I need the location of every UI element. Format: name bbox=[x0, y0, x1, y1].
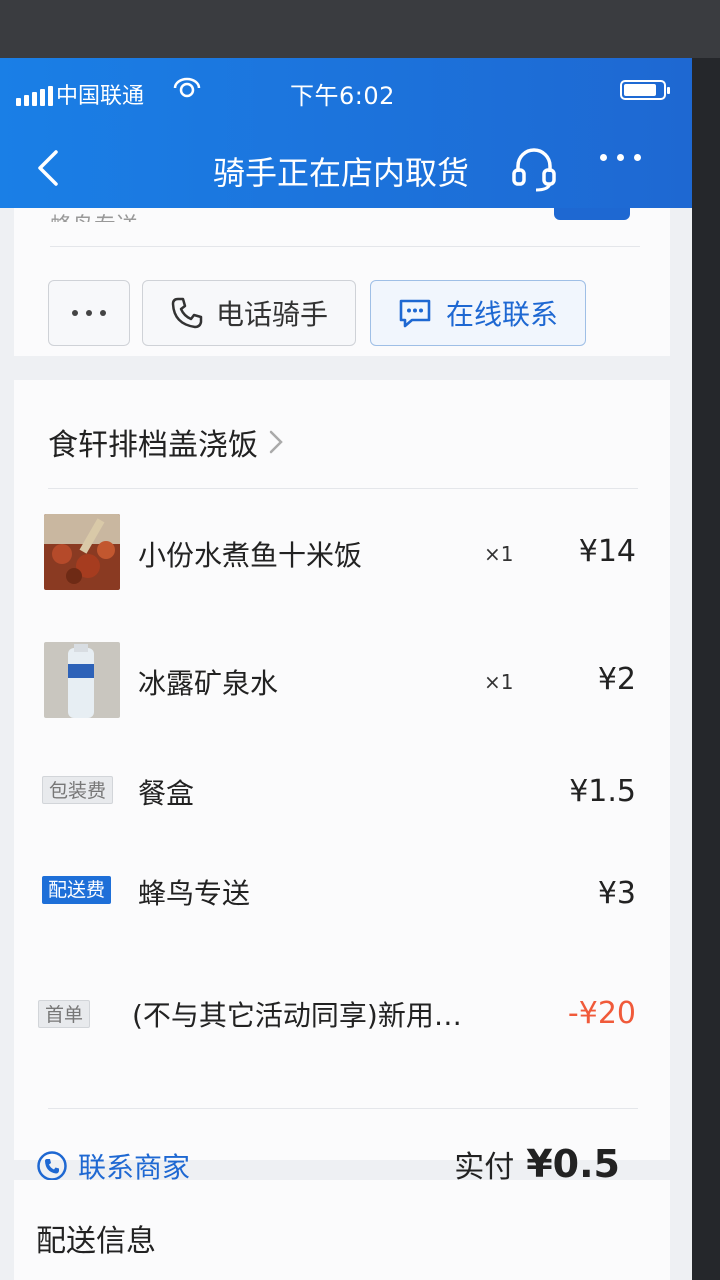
chat-bubble-icon bbox=[399, 299, 431, 328]
discount-badge: 首单 bbox=[38, 1000, 91, 1028]
fee-price: ¥3 bbox=[597, 876, 636, 911]
clock: 下午6:02 bbox=[290, 82, 395, 110]
status-bar: 中国联通 下午6:02 bbox=[0, 58, 692, 128]
item-price: ¥2 bbox=[597, 662, 636, 697]
fee-badge: 包装费 bbox=[42, 776, 114, 804]
item-name: 小份水煮鱼十米饭 bbox=[138, 539, 363, 572]
more-dots-icon bbox=[72, 310, 106, 316]
fee-name: 蜂鸟专送 bbox=[138, 877, 251, 910]
signal-icon bbox=[16, 86, 53, 106]
carrier-name: 中国联通 bbox=[56, 84, 145, 109]
rider-tag bbox=[554, 208, 630, 220]
divider bbox=[48, 1108, 638, 1109]
item-qty: ×1 bbox=[484, 542, 514, 566]
rider-more-button[interactable] bbox=[48, 280, 130, 346]
item-thumbnail-water bbox=[44, 642, 120, 718]
headset-icon[interactable] bbox=[508, 142, 560, 194]
rider-card: 蜂鸟专送 电话骑手 在线联系 bbox=[14, 208, 670, 356]
fee-badge: 配送费 bbox=[42, 876, 112, 904]
divider bbox=[48, 488, 638, 489]
nav-bar: 骑手正在店内取货 bbox=[0, 128, 692, 208]
discount-price: -¥20 bbox=[567, 996, 636, 1031]
item-name: 冰露矿泉水 bbox=[138, 667, 279, 700]
fee-price: ¥1.5 bbox=[569, 774, 636, 809]
fee-name: 餐盒 bbox=[138, 777, 195, 810]
page-title-wrap: 骑手正在店内取货 bbox=[0, 148, 692, 194]
app-screen: 中国联通 下午6:02 骑手正在店内取货 蜂鸟专送 bbox=[0, 58, 692, 1280]
rider-service-peek: 蜂鸟专送 bbox=[50, 208, 138, 222]
delivery-info-card: 配送信息 bbox=[14, 1180, 670, 1280]
phone-circle-icon bbox=[37, 1151, 67, 1181]
online-contact-label: 在线联系 bbox=[445, 298, 558, 331]
phone-icon bbox=[171, 297, 203, 329]
item-thumbnail-fish bbox=[44, 514, 120, 590]
call-rider-button[interactable]: 电话骑手 bbox=[142, 280, 356, 346]
call-rider-label: 电话骑手 bbox=[215, 298, 328, 331]
order-card: 食轩排档盖浇饭 小份水煮鱼十米饭 ×1 ¥14 冰露矿泉水 ×1 ¥2 包装费 … bbox=[14, 380, 670, 1186]
delivery-info-title: 配送信息 bbox=[36, 1224, 156, 1259]
item-price: ¥14 bbox=[578, 534, 636, 569]
divider bbox=[50, 246, 640, 247]
discount-name: (不与其它活动同享)新用… bbox=[132, 999, 462, 1032]
device-side-bezel bbox=[692, 58, 720, 1280]
more-dots-icon[interactable] bbox=[600, 154, 641, 161]
chevron-right-icon bbox=[269, 430, 283, 454]
online-contact-button[interactable]: 在线联系 bbox=[370, 280, 586, 346]
item-qty: ×1 bbox=[484, 670, 514, 694]
shop-name: 食轩排档盖浇饭 bbox=[48, 428, 258, 463]
wifi-icon bbox=[173, 77, 201, 98]
shop-link[interactable]: 食轩排档盖浇饭 bbox=[48, 420, 284, 464]
page-title: 骑手正在店内取货 bbox=[212, 154, 469, 192]
battery-icon bbox=[620, 80, 670, 100]
device-top-bezel bbox=[0, 0, 720, 58]
